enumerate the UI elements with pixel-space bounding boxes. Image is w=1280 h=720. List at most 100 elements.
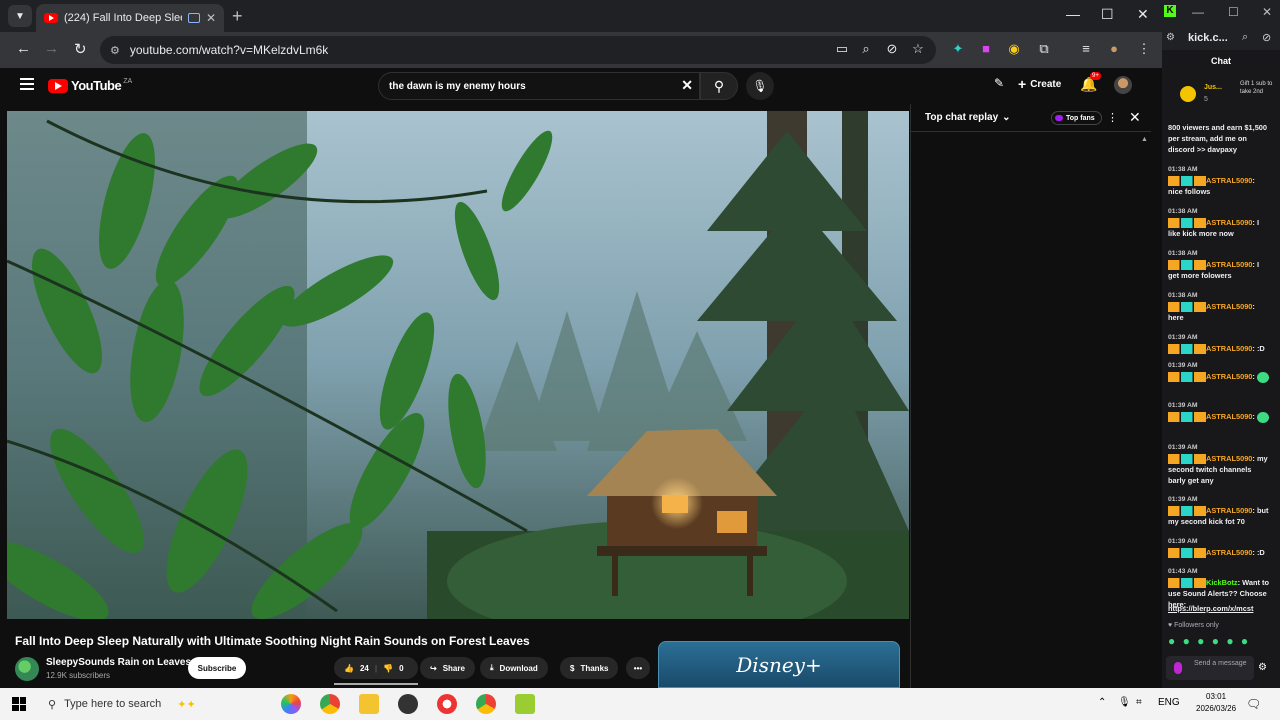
- clock[interactable]: 03:01 2026/03/26: [1196, 691, 1236, 715]
- notification-center-icon[interactable]: 🗨: [1246, 697, 1261, 711]
- user-badges-icon: [1168, 578, 1206, 589]
- minimize-icon[interactable]: —: [1066, 6, 1080, 22]
- like-count[interactable]: 24: [360, 664, 369, 673]
- message-username[interactable]: ASTRAL5090: [1206, 176, 1252, 185]
- kick-eye-off-icon[interactable]: ⊘: [1262, 31, 1271, 44]
- youtube-favicon-icon: [44, 13, 58, 23]
- share-button[interactable]: ↪ Share: [420, 657, 475, 679]
- channel-avatar[interactable]: [15, 657, 39, 681]
- scroll-up-icon[interactable]: ▲: [1141, 136, 1148, 143]
- zoom-icon[interactable]: ⌕: [858, 41, 874, 57]
- taskbar-search[interactable]: ⚲ Type here to search ✦✦: [48, 692, 262, 716]
- thumbs-up-icon[interactable]: 👍: [344, 664, 354, 673]
- maximize-icon[interactable]: ☐: [1101, 6, 1114, 23]
- photos-app-icon[interactable]: [281, 694, 301, 714]
- tab-title: (224) Fall Into Deep Sleep N: [64, 12, 182, 24]
- extension-translate-icon[interactable]: ✦: [950, 41, 966, 57]
- message-username[interactable]: ASTRAL5090: [1206, 454, 1252, 463]
- chrome-profile-icon[interactable]: [476, 694, 496, 714]
- kick-address-bar[interactable]: ⚙ kick.c... ⌕ ⊘: [1162, 28, 1280, 50]
- message-username[interactable]: ASTRAL5090: [1206, 260, 1252, 269]
- message-username[interactable]: ASTRAL5090: [1206, 218, 1252, 227]
- more-options-icon[interactable]: ⋮: [1107, 111, 1118, 124]
- tray-chevron-icon[interactable]: ⌃: [1098, 697, 1106, 708]
- subscribe-button[interactable]: Subscribe: [188, 657, 246, 679]
- user-badges-icon: [1168, 548, 1206, 559]
- top-fans-badge[interactable]: Top fans: [1051, 111, 1102, 125]
- video-player[interactable]: [7, 111, 909, 619]
- menu-icon[interactable]: [20, 78, 34, 90]
- browser-menu-icon[interactable]: ⋮: [1136, 41, 1152, 57]
- extension-yellow-icon[interactable]: ◉: [1006, 41, 1022, 57]
- notifications-button[interactable]: 🔔 9+: [1080, 72, 1101, 93]
- more-actions-button[interactable]: •••: [626, 657, 650, 679]
- avatar[interactable]: [1114, 76, 1132, 94]
- tab-search-button[interactable]: ▼: [8, 5, 32, 27]
- message-username[interactable]: ASTRAL5090: [1206, 344, 1252, 353]
- bookmark-star-icon[interactable]: ☆: [910, 41, 926, 57]
- profile-avatar-icon[interactable]: ●: [1106, 41, 1122, 57]
- media-control-icon[interactable]: ≡: [1078, 41, 1094, 57]
- message-username[interactable]: ASTRAL5090: [1206, 412, 1252, 421]
- kick-close-icon[interactable]: ✕: [1262, 5, 1272, 19]
- search-button[interactable]: ⚲: [700, 72, 738, 100]
- message-username[interactable]: KickBotz: [1206, 578, 1238, 587]
- close-chat-icon[interactable]: ✕: [1129, 109, 1141, 126]
- thumbs-down-icon[interactable]: 👎: [383, 664, 393, 673]
- language-indicator[interactable]: ENG: [1158, 697, 1180, 708]
- thanks-button[interactable]: $ Thanks: [560, 657, 619, 679]
- dislike-count[interactable]: 0: [399, 664, 403, 673]
- voice-search-button[interactable]: 🎙: [746, 72, 774, 100]
- cast-chat-icon[interactable]: ✎: [994, 76, 1004, 90]
- youtube-logo[interactable]: YouTube ZA: [48, 78, 132, 93]
- clear-search-icon[interactable]: ✕: [681, 77, 693, 94]
- extensions-icon[interactable]: ⧉: [1036, 41, 1052, 57]
- kick-settings-icon[interactable]: ⚙: [1258, 662, 1267, 673]
- back-icon[interactable]: ←: [16, 40, 31, 57]
- site-info-icon[interactable]: ⚙: [1166, 32, 1175, 43]
- message-username[interactable]: ASTRAL5090: [1206, 548, 1252, 557]
- site-info-icon[interactable]: ⚙: [110, 44, 120, 57]
- tab-close-icon[interactable]: ✕: [206, 11, 216, 25]
- download-button[interactable]: ⤓ Download: [480, 657, 548, 679]
- emote-icon: [1256, 371, 1269, 383]
- message-username[interactable]: ASTRAL5090: [1206, 302, 1252, 311]
- forward-icon[interactable]: →: [44, 40, 59, 57]
- tray-mic-icon[interactable]: 🎙: [1118, 697, 1131, 708]
- create-button[interactable]: + Create: [1018, 76, 1061, 92]
- message-username[interactable]: ASTRAL5090: [1206, 372, 1252, 381]
- extension-purple-icon[interactable]: ■: [978, 41, 994, 57]
- tray-network-icon[interactable]: ⌗: [1136, 697, 1142, 708]
- reload-icon[interactable]: ↻: [74, 40, 87, 58]
- ad-banner[interactable]: Disney+: [658, 641, 900, 688]
- obs-app-icon[interactable]: [398, 694, 418, 714]
- kick-minimize-icon[interactable]: —: [1192, 5, 1204, 19]
- start-button[interactable]: [12, 697, 26, 711]
- snipping-tool-icon[interactable]: [437, 694, 457, 714]
- message-text: here: [1168, 313, 1184, 323]
- kick-maximize-icon[interactable]: ☐: [1228, 5, 1239, 19]
- coin-icon: [1180, 86, 1196, 102]
- channel-name[interactable]: SleepySounds Rain on Leaves: [46, 657, 191, 668]
- search-input[interactable]: the dawn is my enemy hours ✕: [378, 72, 700, 100]
- kick-chat-message: 01:39 AM ASTRAL5090:: [1168, 400, 1270, 423]
- kick-mic-icon[interactable]: [1174, 662, 1182, 674]
- kick-chat-message: 01:39 AM ASTRAL5090: my second twitch cha…: [1168, 442, 1270, 486]
- tab-youtube[interactable]: (224) Fall Into Deep Sleep N ✕: [36, 4, 224, 32]
- window-close-icon[interactable]: ✕: [1137, 6, 1149, 23]
- chrome-app-icon[interactable]: [320, 694, 340, 714]
- file-explorer-icon[interactable]: [359, 694, 379, 714]
- address-bar[interactable]: ⚙ youtube.com/watch?v=MKelzdvLm6k: [100, 36, 936, 64]
- eye-off-icon[interactable]: ⊘: [884, 41, 900, 57]
- minecraft-app-icon[interactable]: [515, 694, 535, 714]
- message-username[interactable]: ASTRAL5090: [1206, 506, 1252, 515]
- emote-bar[interactable]: ● ● ● ● ● ●: [1168, 634, 1250, 648]
- kick-message-link[interactable]: https://blerp.com/x/mcst: [1168, 604, 1272, 613]
- message-timestamp: 01:39 AM: [1168, 444, 1198, 451]
- kick-gift-leaderboard[interactable]: Jus... 5 Gift 1 sub to take 2nd: [1166, 78, 1276, 112]
- new-tab-button[interactable]: +: [232, 6, 243, 27]
- cast-icon[interactable]: ▭: [834, 41, 850, 57]
- kick-message-input[interactable]: Send a message: [1166, 656, 1254, 680]
- subscriber-count: 12.9K subscribers: [46, 671, 111, 680]
- kick-zoom-icon[interactable]: ⌕: [1242, 31, 1248, 44]
